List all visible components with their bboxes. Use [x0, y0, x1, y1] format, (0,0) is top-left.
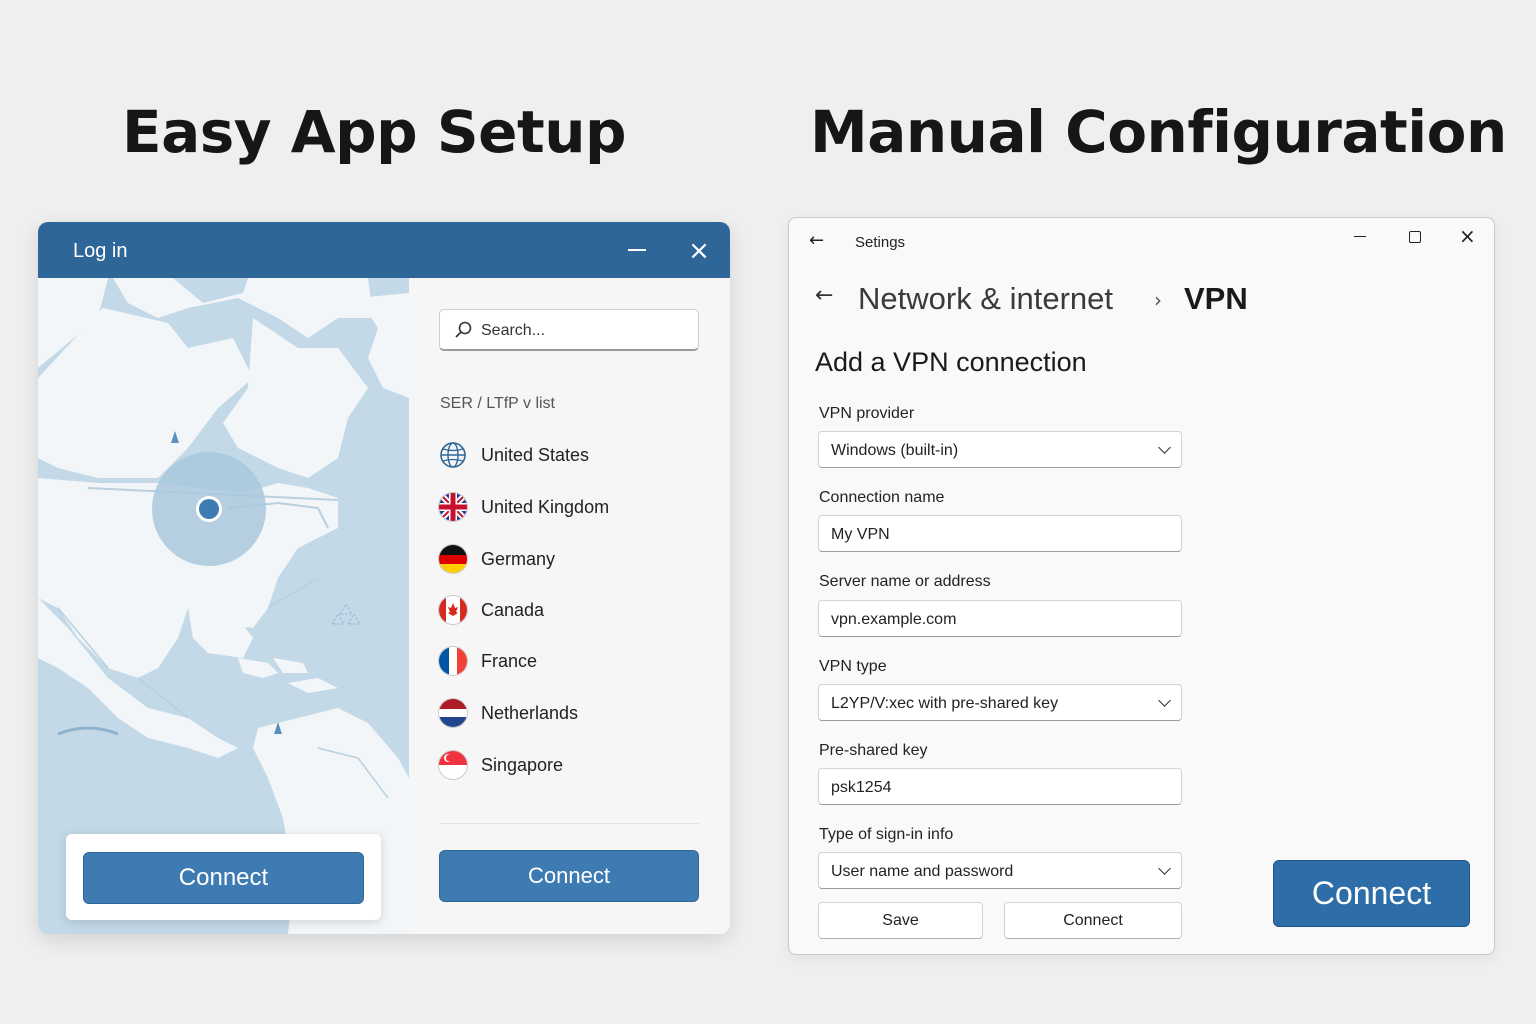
world-map[interactable]: Connect — [38, 278, 409, 934]
vpn-provider-select[interactable]: Windows (built-in) — [818, 431, 1182, 468]
canada-flag-icon — [439, 596, 467, 624]
pre-shared-key-input[interactable]: psk1254 — [818, 768, 1182, 805]
globe-icon — [440, 442, 466, 468]
country-item-netherlands[interactable]: Netherlands — [439, 696, 699, 728]
heading-manual-configuration: Manual Configuration — [810, 98, 1507, 166]
app-title: Log in — [73, 240, 128, 262]
netherlands-flag-icon — [439, 699, 467, 727]
chevron-down-icon — [1158, 441, 1171, 454]
chevron-down-icon — [1158, 862, 1171, 875]
country-item-united-kingdom[interactable]: United Kingdom — [439, 490, 699, 522]
connect-button[interactable]: Connect — [1004, 902, 1182, 939]
map-connect-button[interactable]: Connect — [83, 852, 364, 904]
app-titlebar: Log in × — [38, 222, 730, 278]
pre-shared-key-label: Pre-shared key — [819, 742, 928, 759]
breadcrumb-back-arrow-icon[interactable]: ← — [815, 283, 833, 308]
country-item-united-states[interactable]: United States — [439, 438, 699, 470]
country-item-france[interactable]: France — [439, 644, 699, 676]
close-icon[interactable]: × — [686, 236, 712, 266]
server-address-value: vpn.example.com — [831, 611, 957, 628]
panel-connect-button[interactable]: Connect — [439, 850, 699, 902]
connection-name-input[interactable]: My VPN — [818, 515, 1182, 552]
vpn-provider-value: Windows (built-in) — [831, 442, 959, 459]
window-title: Setings — [855, 234, 906, 251]
country-label: United States — [481, 445, 590, 465]
minimize-icon[interactable] — [628, 249, 646, 251]
server-address-label: Server name or address — [819, 573, 991, 590]
country-item-singapore[interactable]: Singapore — [439, 748, 699, 780]
search-icon — [455, 321, 472, 338]
france-flag-icon — [439, 647, 467, 675]
vpn-type-select[interactable]: L2YP/V:xec with pre-shared key — [818, 684, 1182, 721]
search-placeholder: Search... — [481, 322, 546, 339]
save-button[interactable]: Save — [818, 902, 983, 939]
singapore-flag-icon — [439, 751, 467, 779]
connect-card: Connect — [66, 834, 381, 920]
signin-type-select[interactable]: User name and password — [818, 852, 1182, 889]
maximize-icon[interactable] — [1409, 231, 1421, 243]
signin-type-label: Type of sign-in info — [819, 826, 954, 843]
chevron-right-icon: › — [1154, 288, 1162, 312]
country-label: Germany — [481, 549, 556, 569]
settings-window: ← Setings × ← Network & internet › VPN A… — [788, 217, 1495, 955]
page-title: Add a VPN connection — [815, 347, 1087, 377]
country-label: Singapore — [481, 755, 564, 775]
server-address-input[interactable]: vpn.example.com — [818, 600, 1182, 637]
breadcrumb-network-internet[interactable]: Network & internet — [858, 281, 1113, 317]
server-panel: Search... SER / LTfP v list United State… — [409, 278, 730, 934]
country-label: France — [481, 651, 538, 671]
search-input[interactable]: Search... — [439, 309, 699, 351]
country-item-germany[interactable]: Germany — [439, 542, 699, 574]
connect-accent-button[interactable]: Connect — [1273, 860, 1470, 927]
panel-divider — [439, 823, 699, 824]
uk-flag-icon — [439, 493, 467, 521]
chevron-down-icon — [1158, 694, 1171, 707]
close-icon[interactable]: × — [1459, 224, 1476, 248]
minimize-icon[interactable] — [1354, 236, 1366, 237]
server-list-header: SER / LTfP v list — [440, 395, 555, 412]
breadcrumb-vpn: VPN — [1184, 281, 1248, 316]
vpn-app-window: Log in × Connect Search... SER / LTfP v … — [38, 222, 730, 934]
country-item-canada[interactable]: Canada — [439, 593, 699, 625]
signin-type-value: User name and password — [831, 863, 1014, 880]
germany-flag-icon — [439, 545, 467, 573]
country-label: Netherlands — [481, 703, 579, 723]
vpn-type-value: L2YP/V:xec with pre-shared key — [831, 695, 1059, 712]
vpn-provider-label: VPN provider — [819, 405, 915, 422]
country-label: Canada — [481, 600, 545, 620]
connection-name-value: My VPN — [831, 526, 890, 543]
connection-name-label: Connection name — [819, 489, 945, 506]
heading-easy-app-setup: Easy App Setup — [122, 98, 627, 166]
pre-shared-key-value: psk1254 — [831, 779, 892, 796]
country-label: United Kingdom — [481, 497, 610, 517]
vpn-type-label: VPN type — [819, 658, 887, 675]
back-arrow-icon[interactable]: ← — [809, 230, 824, 251]
